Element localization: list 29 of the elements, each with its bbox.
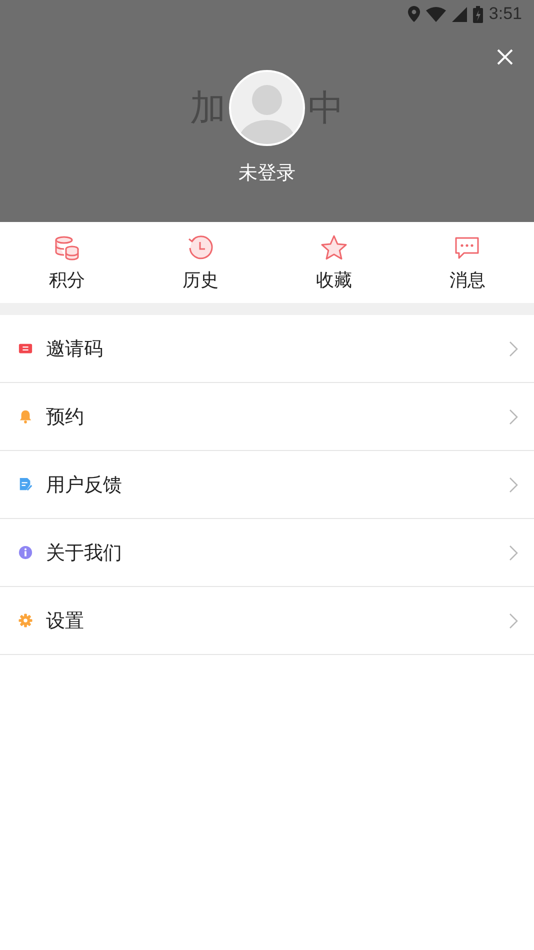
shortcut-button[interactable]: 积分: [0, 222, 134, 303]
signal-icon: [452, 6, 467, 22]
menu-label: 预约: [46, 404, 85, 430]
chevron-right-icon: [509, 476, 518, 492]
ticket-icon: [18, 341, 33, 356]
star-icon: [320, 234, 348, 262]
menu-label: 设置: [46, 608, 85, 634]
chevron-right-icon: [509, 612, 518, 628]
bell-icon: [18, 409, 33, 424]
chevron-right-icon: [509, 544, 518, 560]
status-time: 3:51: [488, 4, 522, 24]
shortcut-button[interactable]: 收藏: [267, 222, 400, 303]
menu-label: 用户反馈: [46, 472, 123, 498]
wifi-icon: [426, 6, 446, 22]
battery-icon: [472, 6, 483, 22]
info-icon: [18, 545, 33, 560]
gear-icon: [18, 613, 33, 628]
login-status[interactable]: 未登录: [238, 160, 296, 186]
menu-label: 关于我们: [46, 540, 123, 566]
chevron-right-icon: [509, 340, 518, 356]
document-edit-icon: [18, 477, 33, 492]
coins-icon: [52, 234, 81, 262]
close-icon[interactable]: [496, 48, 514, 66]
chevron-right-icon: [509, 408, 518, 424]
location-icon: [408, 6, 420, 22]
shortcut-button[interactable]: 消息: [400, 222, 534, 303]
menu-label: 邀请码: [46, 336, 104, 362]
clock-icon: [186, 234, 214, 262]
shortcut-button[interactable]: 历史: [134, 222, 267, 303]
